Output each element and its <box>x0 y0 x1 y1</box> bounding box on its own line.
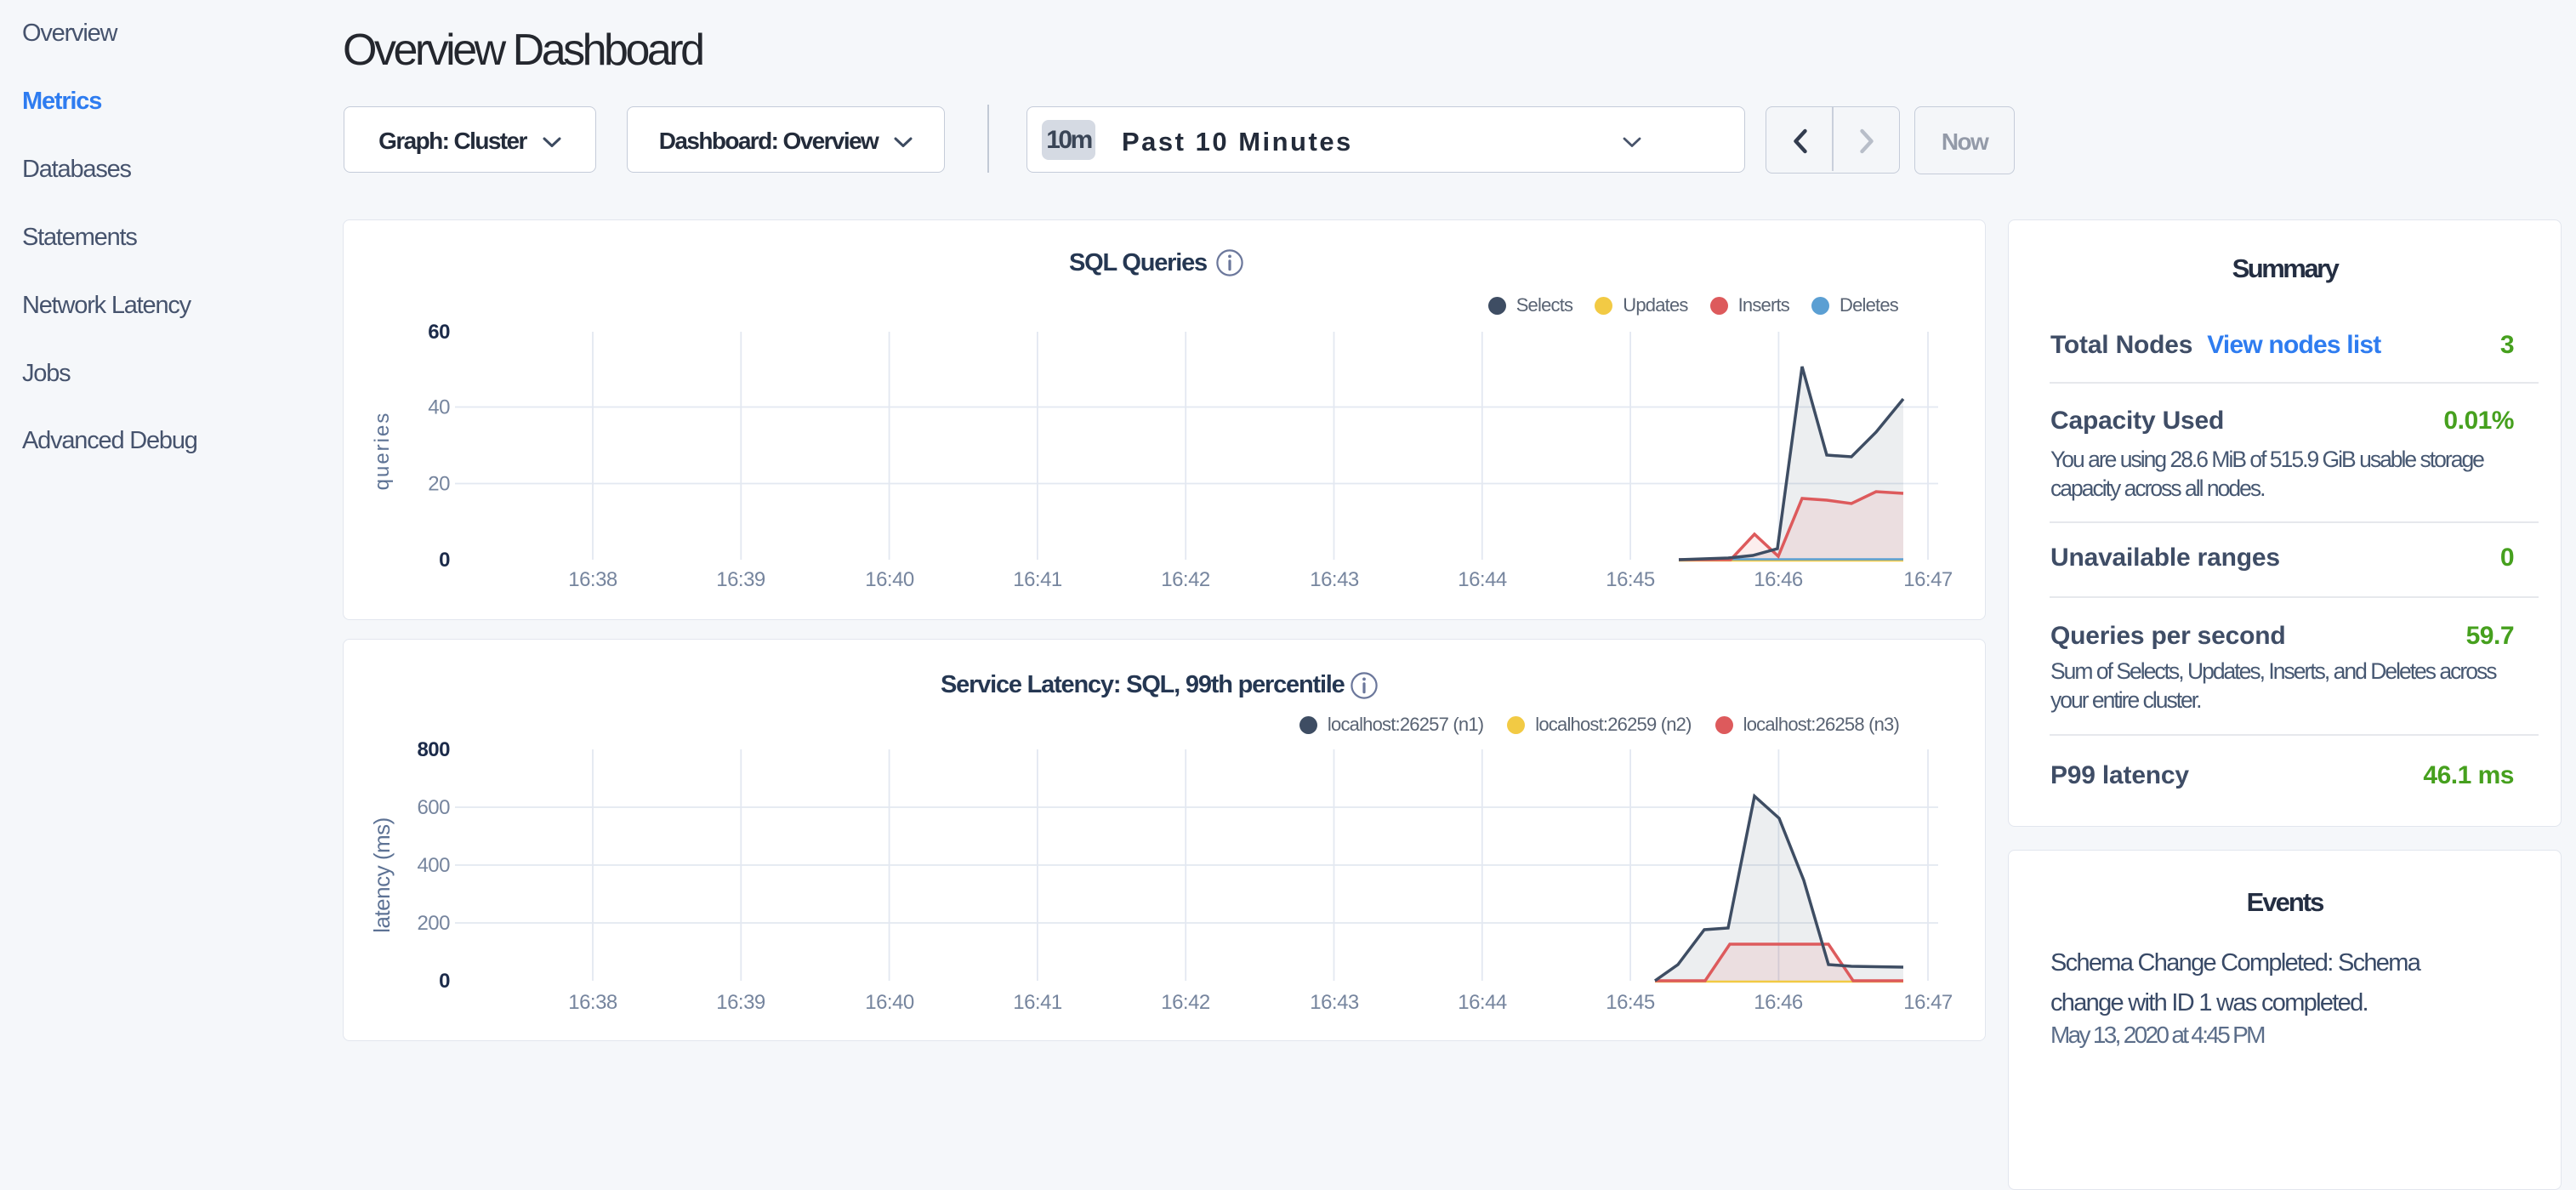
svg-text:20: 20 <box>428 473 450 496</box>
svg-text:16:47: 16:47 <box>1903 991 1953 1014</box>
svg-text:16:39: 16:39 <box>716 568 765 591</box>
svg-text:16:47: 16:47 <box>1903 568 1953 591</box>
svg-text:16:45: 16:45 <box>1606 991 1655 1014</box>
svg-text:16:38: 16:38 <box>568 991 617 1014</box>
svg-text:16:44: 16:44 <box>1458 991 1507 1014</box>
svg-text:16:46: 16:46 <box>1754 568 1803 591</box>
svg-text:16:43: 16:43 <box>1310 568 1359 591</box>
svg-text:16:38: 16:38 <box>568 568 617 591</box>
svg-text:16:39: 16:39 <box>716 991 765 1014</box>
svg-text:16:46: 16:46 <box>1754 991 1803 1014</box>
svg-text:0: 0 <box>439 970 450 993</box>
svg-text:16:42: 16:42 <box>1161 568 1210 591</box>
svg-text:200: 200 <box>417 912 450 935</box>
svg-text:16:43: 16:43 <box>1310 991 1359 1014</box>
svg-text:40: 40 <box>428 396 450 419</box>
svg-text:16:42: 16:42 <box>1161 991 1210 1014</box>
svg-text:16:40: 16:40 <box>865 568 914 591</box>
svg-text:latency (ms): latency (ms) <box>369 817 395 933</box>
svg-text:800: 800 <box>417 738 450 761</box>
svg-text:0: 0 <box>439 549 450 572</box>
svg-text:16:40: 16:40 <box>865 991 914 1014</box>
svg-text:60: 60 <box>428 321 450 344</box>
svg-text:16:44: 16:44 <box>1458 568 1507 591</box>
svg-text:16:45: 16:45 <box>1606 568 1655 591</box>
svg-text:queries: queries <box>371 412 394 491</box>
svg-text:600: 600 <box>417 796 450 819</box>
svg-text:16:41: 16:41 <box>1013 568 1062 591</box>
svg-text:400: 400 <box>417 854 450 877</box>
svg-text:16:41: 16:41 <box>1013 991 1062 1014</box>
